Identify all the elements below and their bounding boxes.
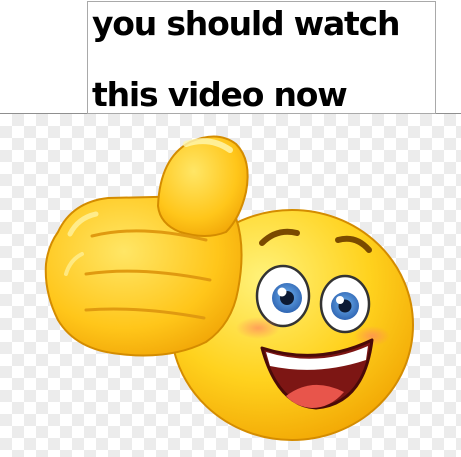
emoji-image-area: [0, 114, 461, 457]
right-eye-icon: [319, 274, 371, 334]
thumbs-up-hand-icon: [44, 135, 249, 357]
meme-page: you should watch this video now: [0, 0, 461, 457]
caption-box: you should watch this video now: [87, 1, 436, 114]
caption-line-1: you should watch: [92, 4, 400, 43]
thumbs-up-smiley-emoji-icon: [44, 135, 414, 441]
left-eye-icon: [255, 264, 311, 328]
caption-row: you should watch this video now: [0, 0, 461, 114]
caption-line-2: this video now: [92, 75, 348, 114]
